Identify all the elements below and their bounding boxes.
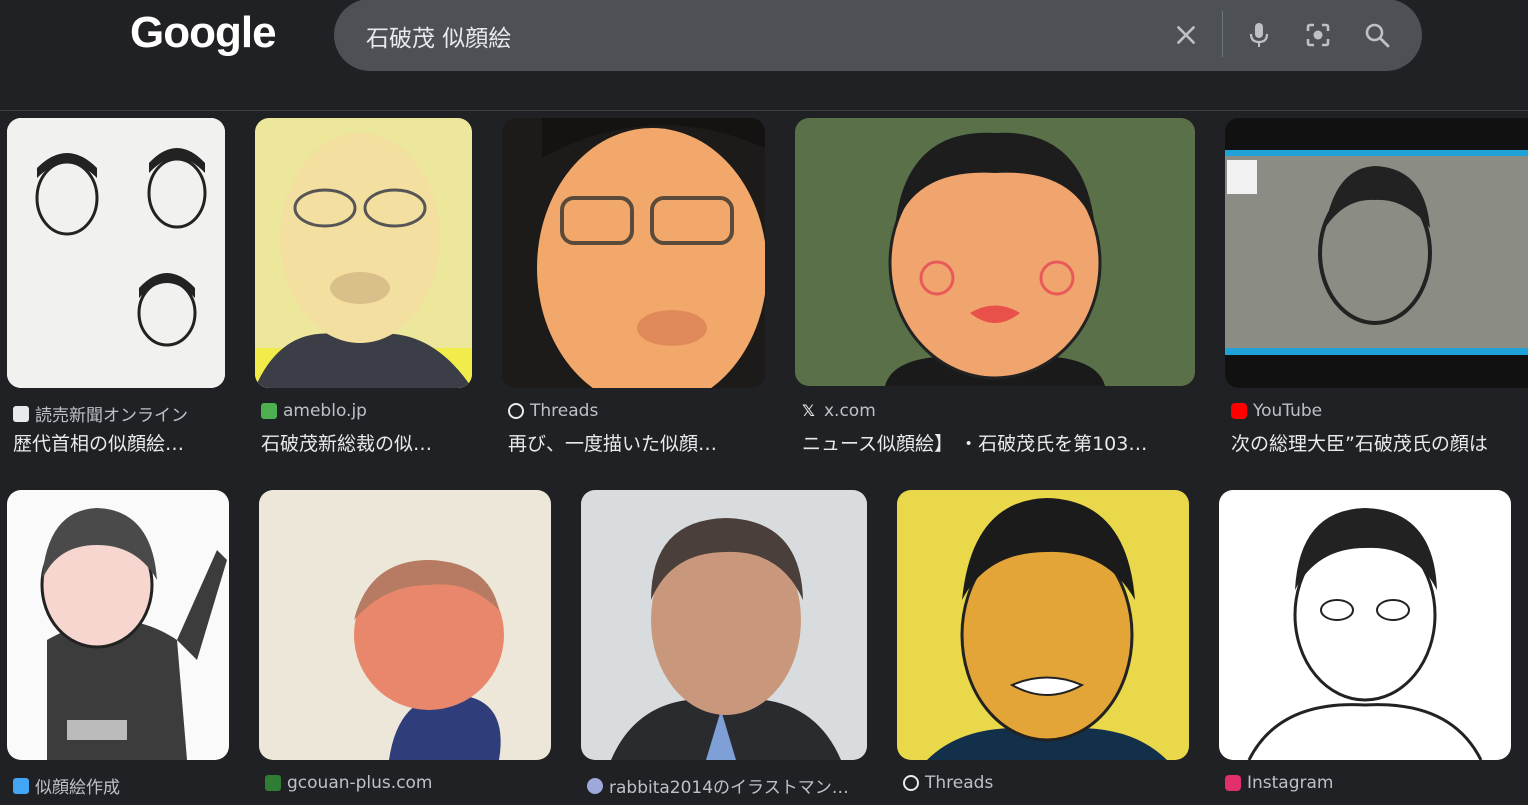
result-title[interactable]: 歴代首相の似顔絵…	[13, 429, 223, 456]
result-image[interactable]	[7, 118, 225, 388]
result-image[interactable]	[7, 490, 229, 760]
result-image[interactable]	[581, 490, 867, 760]
result-image[interactable]	[502, 118, 765, 388]
result-image[interactable]	[1225, 118, 1528, 388]
result-source[interactable]: 似顔絵作成	[13, 773, 120, 798]
site-favicon-icon	[261, 403, 277, 419]
result-source[interactable]: Threads	[508, 401, 598, 421]
search-bar[interactable]: 石破茂 似顔絵	[334, 0, 1422, 71]
google-logo[interactable]: Google	[130, 8, 277, 58]
result-source[interactable]: 読売新聞オンライン	[13, 401, 188, 426]
result-title[interactable]: 石破茂新総裁の似…	[261, 429, 471, 456]
site-favicon-icon	[13, 405, 29, 422]
lens-icon[interactable]	[1296, 13, 1340, 57]
site-favicon-icon	[13, 777, 29, 794]
result-title[interactable]: 次の総理大臣”石破茂氏の顔は	[1231, 429, 1528, 456]
threads-icon	[508, 403, 524, 419]
result-source[interactable]: 𝕏x.com	[802, 401, 876, 421]
result-source[interactable]: Threads	[903, 773, 993, 793]
result-source[interactable]: ameblo.jp	[261, 401, 367, 421]
result-title[interactable]: 再び、一度描いた似顔…	[508, 429, 763, 456]
x-icon: 𝕏	[802, 401, 815, 420]
result-source[interactable]: rabbita2014のイラストマン…	[587, 773, 849, 798]
result-source[interactable]: YouTube	[1231, 401, 1322, 421]
close-icon[interactable]	[1164, 13, 1208, 57]
divider	[1222, 11, 1223, 57]
site-favicon-icon	[587, 777, 603, 794]
youtube-icon	[1231, 403, 1247, 419]
site-favicon-icon	[265, 775, 281, 791]
threads-icon	[903, 775, 919, 791]
search-input[interactable]: 石破茂 似顔絵	[366, 19, 511, 53]
search-icon[interactable]	[1355, 13, 1399, 57]
instagram-icon	[1225, 775, 1241, 791]
result-image[interactable]	[795, 118, 1195, 386]
result-source[interactable]: Instagram	[1225, 773, 1334, 793]
header: Google 石破茂 似顔絵	[0, 0, 1528, 111]
result-title[interactable]: ニュース似顔絵】 ・石破茂氏を第103…	[802, 429, 1197, 456]
result-image[interactable]	[255, 118, 472, 388]
result-image[interactable]	[897, 490, 1189, 760]
mic-icon[interactable]	[1237, 13, 1281, 57]
result-image[interactable]	[259, 490, 551, 760]
result-source[interactable]: gcouan-plus.com	[265, 773, 433, 793]
result-image[interactable]	[1219, 490, 1511, 760]
